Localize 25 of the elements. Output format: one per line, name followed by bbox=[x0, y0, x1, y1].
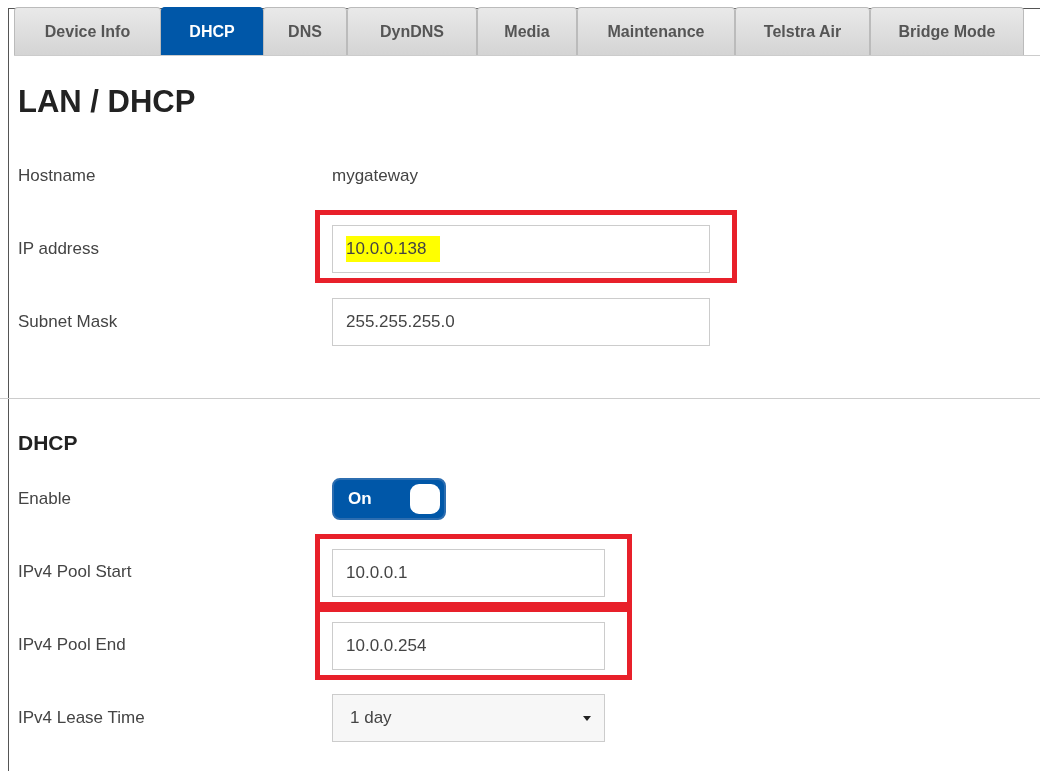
page-title: LAN / DHCP bbox=[18, 86, 197, 117]
tab[interactable]: Media bbox=[477, 7, 577, 55]
field-label: IPv4 Lease Time bbox=[18, 707, 146, 730]
field-label: IP address bbox=[18, 237, 100, 260]
field-label: Enable bbox=[18, 488, 72, 511]
section-heading: DHCP bbox=[18, 430, 79, 456]
field-label: Hostname bbox=[18, 164, 97, 187]
select-dropdown[interactable]: 1 day bbox=[332, 694, 605, 742]
caret-icon bbox=[583, 715, 591, 721]
field-label: IPv4 Pool End bbox=[18, 634, 127, 657]
input-field[interactable]: 10.0.0.1 bbox=[332, 548, 605, 597]
tab[interactable]: Maintenance bbox=[577, 7, 735, 55]
tab[interactable]: DynDNS bbox=[347, 7, 477, 55]
tab[interactable]: Device Info bbox=[14, 7, 161, 55]
input-field[interactable]: 10.0.0.254 bbox=[332, 621, 605, 670]
tab[interactable]: DNS bbox=[263, 7, 347, 55]
tab[interactable]: DHCP bbox=[161, 7, 263, 55]
input-field[interactable]: 255.255.255.0 bbox=[332, 297, 710, 346]
hostname-value: mygateway bbox=[332, 164, 418, 187]
toggle-switch[interactable]: On bbox=[332, 478, 446, 520]
tab[interactable]: Telstra Air bbox=[735, 7, 870, 55]
field-label: Subnet Mask bbox=[18, 310, 119, 333]
tab[interactable]: Bridge Mode bbox=[870, 7, 1024, 55]
input-field[interactable]: 10.0.0.138 bbox=[332, 225, 710, 273]
field-label: IPv4 Pool Start bbox=[18, 561, 133, 584]
